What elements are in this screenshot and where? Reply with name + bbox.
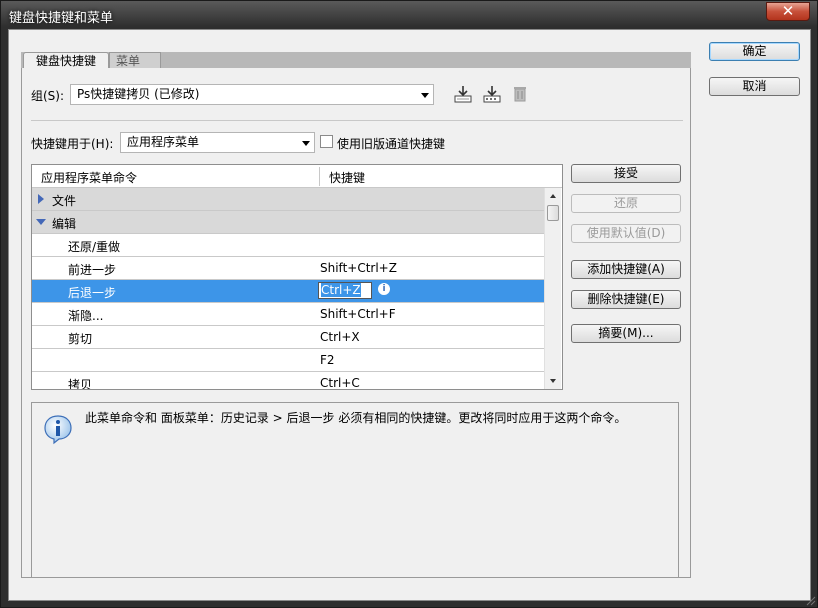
- window-title: 键盘快捷键和菜单: [9, 11, 114, 26]
- row-shortcut: Shift+Ctrl+Z: [320, 261, 397, 275]
- row-command: 还原/重做: [68, 240, 121, 254]
- table-row[interactable]: 前进一步 Shift+Ctrl+Z: [32, 257, 544, 280]
- delete-set-icon[interactable]: [510, 84, 530, 104]
- scroll-up-icon[interactable]: [550, 194, 556, 198]
- shortcuts-table: 应用程序菜单命令 快捷键 文件 编辑 还原/重做 前进一步 Shift+Ctrl…: [31, 164, 563, 390]
- resize-grip-icon[interactable]: [804, 594, 816, 606]
- scroll-down-icon[interactable]: [550, 379, 556, 383]
- group-label: 组(S):: [31, 89, 65, 103]
- conflict-info-icon[interactable]: i: [378, 283, 390, 295]
- shortcut-edit-field[interactable]: Ctrl+Z: [318, 282, 372, 299]
- collapse-triangle-icon[interactable]: [36, 219, 46, 225]
- table-row[interactable]: 拷贝 Ctrl+C: [32, 372, 544, 390]
- save-as-set-icon[interactable]: [482, 84, 502, 104]
- table-row-group-edit[interactable]: 编辑: [32, 211, 544, 234]
- row-command: 文件: [52, 194, 77, 208]
- title-bar[interactable]: 键盘快捷键和菜单 ✕: [1, 1, 817, 29]
- row-shortcut: Ctrl+C: [320, 376, 360, 390]
- row-command: 前进一步: [68, 263, 117, 277]
- scrollbar-thumb[interactable]: [547, 205, 559, 221]
- column-header-command[interactable]: 应用程序菜单命令: [41, 169, 137, 186]
- row-command: 编辑: [52, 217, 77, 231]
- group-select[interactable]: Ps快捷键拷贝 (已修改): [70, 84, 434, 105]
- info-icon: [42, 413, 74, 445]
- row-command: 后退一步: [68, 286, 117, 300]
- legacy-channel-checkbox[interactable]: [320, 135, 333, 148]
- add-shortcut-button[interactable]: 添加快捷键(A): [571, 260, 681, 279]
- row-shortcut: Ctrl+X: [320, 330, 360, 344]
- close-icon: ✕: [781, 2, 795, 20]
- dialog-window: 键盘快捷键和菜单 ✕ 键盘快捷键 菜单 组(S): Ps快捷键拷贝 (已修改): [0, 0, 818, 608]
- message-text: 此菜单命令和 面板菜单：历史记录 > 后退一步 必须有相同的快捷键。更改将同时应…: [85, 411, 627, 425]
- info-message-box: 此菜单命令和 面板菜单：历史记录 > 后退一步 必须有相同的快捷键。更改将同时应…: [31, 402, 679, 578]
- close-button[interactable]: ✕: [766, 2, 810, 21]
- row-command: 剪切: [68, 332, 93, 346]
- column-divider: [319, 167, 320, 186]
- expand-triangle-icon[interactable]: [38, 194, 44, 204]
- table-row[interactable]: 还原/重做: [32, 234, 544, 257]
- row-command: 拷贝: [68, 378, 93, 390]
- legacy-channel-label: 使用旧版通道快捷键: [337, 137, 446, 151]
- table-row-group-file[interactable]: 文件: [32, 188, 544, 211]
- shortcuts-for-select[interactable]: 应用程序菜单: [120, 132, 315, 153]
- column-header-shortcut[interactable]: 快捷键: [329, 169, 365, 186]
- accept-button[interactable]: 接受: [571, 164, 681, 183]
- chevron-down-icon: [302, 141, 310, 146]
- ok-button[interactable]: 确定: [709, 42, 800, 61]
- table-row-selected[interactable]: 后退一步 Ctrl+Z i: [32, 280, 544, 303]
- shortcuts-for-label: 快捷键用于(H):: [31, 137, 114, 151]
- vertical-scrollbar[interactable]: [544, 188, 561, 389]
- summarize-button[interactable]: 摘要(M)...: [571, 324, 681, 343]
- table-row[interactable]: F2: [32, 349, 544, 372]
- table-header: 应用程序菜单命令 快捷键: [32, 165, 562, 188]
- group-select-value: Ps快捷键拷贝 (已修改): [77, 87, 200, 101]
- use-default-button[interactable]: 使用默认值(D): [571, 224, 681, 243]
- shortcut-edit-value: Ctrl+Z: [321, 283, 361, 297]
- table-row[interactable]: 渐隐... Shift+Ctrl+F: [32, 303, 544, 326]
- table-row[interactable]: 剪切 Ctrl+X: [32, 326, 544, 349]
- row-shortcut: F2: [320, 353, 335, 367]
- row-command: 渐隐...: [68, 309, 104, 323]
- separator: [31, 120, 683, 121]
- dialog-client: 键盘快捷键 菜单 组(S): Ps快捷键拷贝 (已修改) 快捷键用于(H): 应…: [8, 29, 811, 601]
- chevron-down-icon: [421, 93, 429, 98]
- undo-button[interactable]: 还原: [571, 194, 681, 213]
- save-set-icon[interactable]: [453, 84, 473, 104]
- delete-shortcut-button[interactable]: 删除快捷键(E): [571, 290, 681, 309]
- shortcuts-for-value: 应用程序菜单: [127, 135, 200, 149]
- cancel-button[interactable]: 取消: [709, 77, 800, 96]
- row-shortcut: Shift+Ctrl+F: [320, 307, 396, 321]
